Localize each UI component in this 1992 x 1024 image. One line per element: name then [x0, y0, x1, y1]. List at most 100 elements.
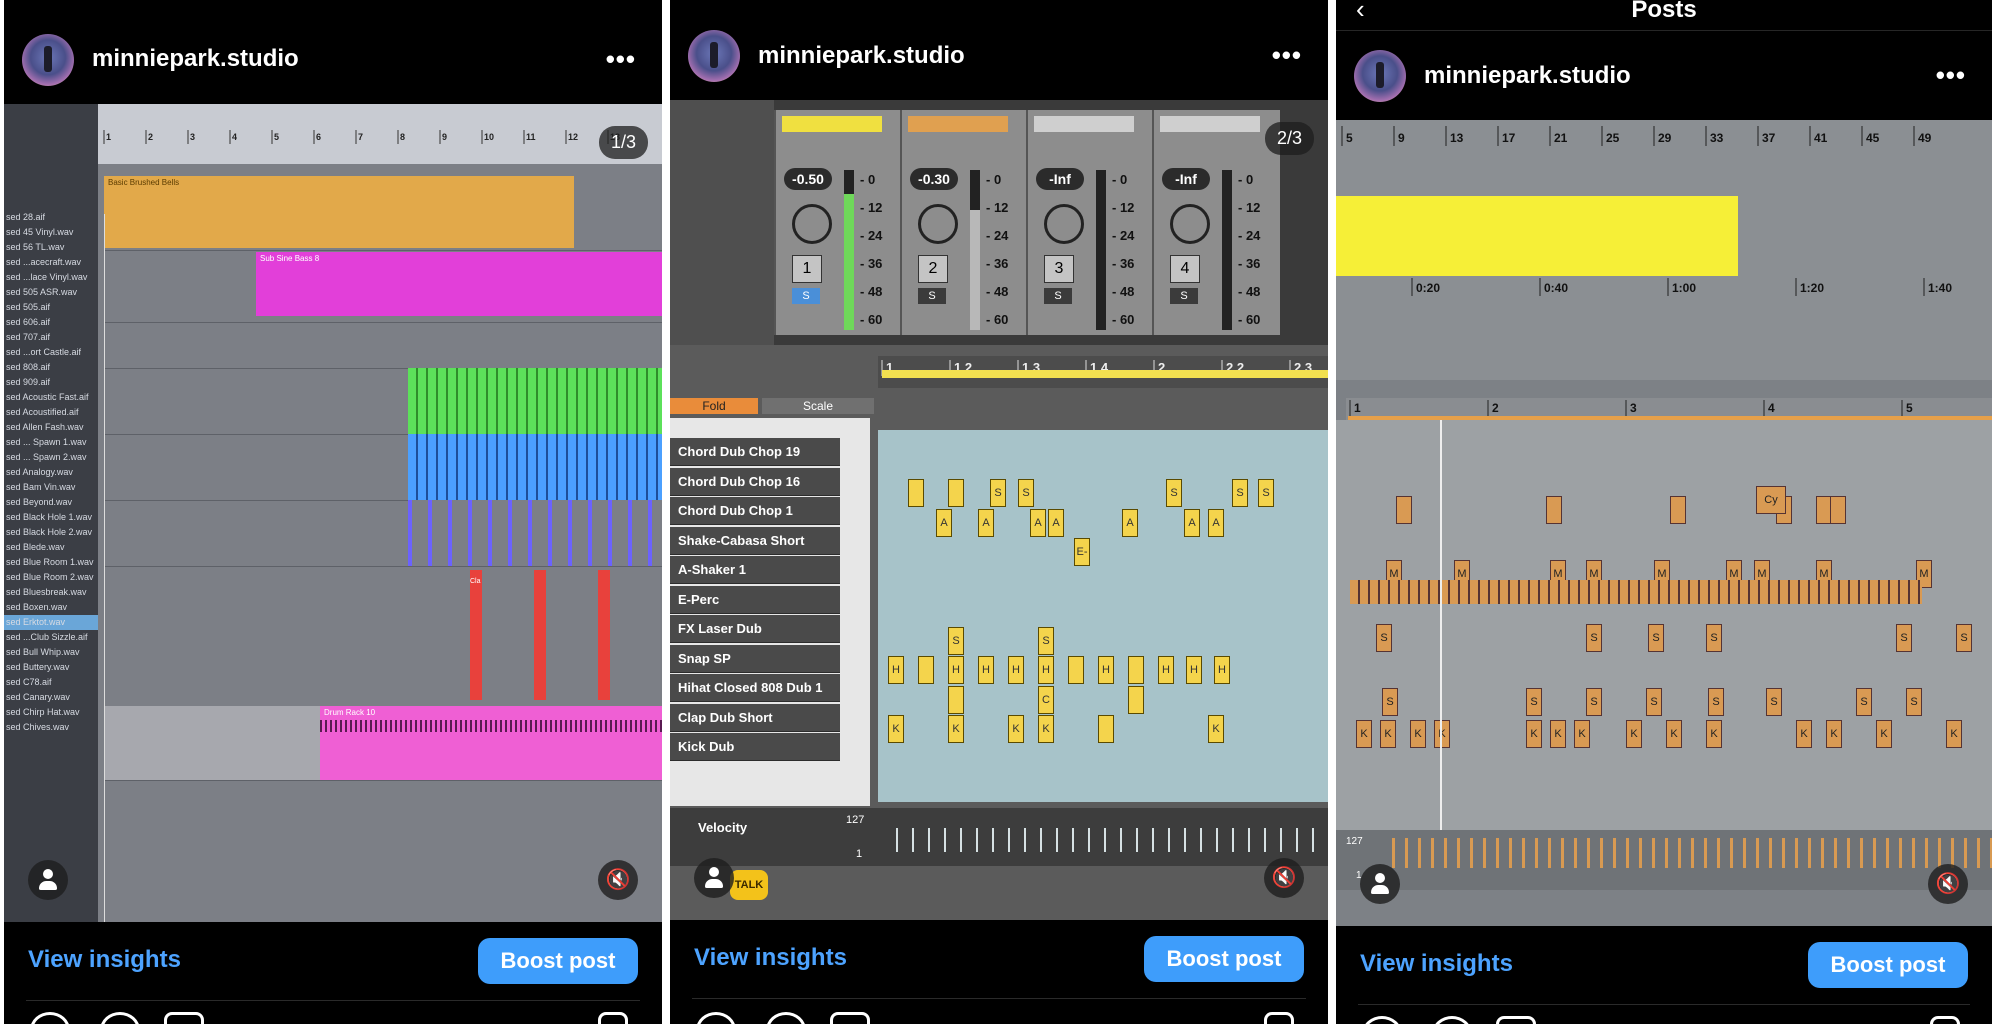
midi-note[interactable] [918, 656, 934, 684]
volume-readout[interactable]: -Inf [1162, 168, 1210, 190]
pan-knob[interactable] [1044, 204, 1084, 244]
boost-post-button[interactable]: Boost post [1144, 936, 1304, 982]
midi-note[interactable]: S [990, 479, 1006, 507]
view-insights-link[interactable]: View insights [694, 944, 847, 972]
avatar[interactable] [1354, 50, 1406, 102]
fold-button[interactable]: Fold [670, 398, 758, 414]
midi-note[interactable] [1128, 656, 1144, 684]
volume-readout[interactable]: -0.30 [910, 168, 958, 190]
midi-note-cymbal[interactable]: Cy [1756, 486, 1786, 514]
midi-note[interactable]: S [1766, 688, 1782, 716]
midi-note[interactable]: H [1098, 656, 1114, 684]
drum-lane-label[interactable]: Chord Dub Chop 1 [670, 497, 840, 525]
browser-file-item[interactable]: sed Bluesbreak.wav [4, 585, 98, 600]
like-icon[interactable] [1362, 1016, 1402, 1024]
more-options-icon[interactable]: ••• [1272, 40, 1302, 71]
drum-lane-label[interactable]: FX Laser Dub [670, 615, 840, 643]
midi-note[interactable] [1068, 656, 1084, 684]
midi-note[interactable]: A [978, 508, 994, 537]
browser-file-item[interactable]: sed Black Hole 1.wav [4, 510, 98, 525]
more-options-icon[interactable]: ••• [606, 44, 636, 75]
midi-note[interactable]: A [1184, 508, 1200, 537]
solo-button[interactable]: S [1044, 288, 1072, 304]
midi-note[interactable]: S [1646, 688, 1662, 716]
drum-lane-label[interactable]: E-Perc MoonGolfRingShift [670, 585, 840, 635]
browser-file-item[interactable]: sed 606.aif [4, 315, 98, 330]
midi-note[interactable] [1098, 715, 1114, 743]
midi-note[interactable]: S [1018, 479, 1034, 507]
drum-lane-label[interactable]: Kick Dub [670, 733, 840, 761]
clip-slot[interactable] [782, 116, 882, 132]
post-media[interactable]: -0.50 1 S - 0 - 12 - 24 - 36 - 48 - 60 -0.30 2 S - 0… [670, 100, 1328, 920]
midi-note[interactable]: S [1906, 688, 1922, 716]
like-icon[interactable] [30, 1012, 70, 1024]
avatar[interactable] [22, 34, 74, 86]
midi-note[interactable]: H [888, 656, 904, 684]
midi-note[interactable]: S [1896, 624, 1912, 652]
midi-note[interactable]: H [1214, 656, 1230, 684]
browser-file-item[interactable]: sed Bull Whip.wav [4, 645, 98, 660]
tag-user-icon[interactable] [28, 860, 68, 900]
midi-note[interactable]: K [1008, 715, 1024, 743]
midi-note[interactable]: A [1122, 508, 1138, 537]
solo-button[interactable]: S [918, 288, 946, 304]
browser-file-item[interactable]: sed Boxen.wav [4, 600, 98, 615]
browser-file-item[interactable]: sed Analogy.wav [4, 465, 98, 480]
volume-readout[interactable]: -Inf [1036, 168, 1084, 190]
midi-note[interactable]: S [1648, 624, 1664, 652]
browser-file-item[interactable]: sed Acoustified.aif [4, 405, 98, 420]
browser-file-item[interactable]: sed Blue Room 1.wav [4, 555, 98, 570]
solo-button[interactable]: S [1170, 288, 1198, 304]
clip-slot[interactable] [908, 116, 1008, 132]
midi-note[interactable]: S [1708, 688, 1724, 716]
mute-icon[interactable]: 🔇 [1264, 858, 1304, 898]
username[interactable]: minniepark.studio [92, 45, 299, 73]
view-insights-link[interactable]: View insights [28, 946, 181, 974]
midi-note[interactable]: K [1038, 715, 1054, 743]
track-activator[interactable]: 3 [1044, 255, 1074, 283]
drum-lane-label[interactable]: A-Shaker 1 [670, 556, 840, 584]
midi-note[interactable]: K [1876, 720, 1892, 748]
midi-note[interactable]: K [1434, 720, 1450, 748]
comment-icon[interactable] [1432, 1016, 1472, 1024]
comment-icon[interactable] [766, 1012, 806, 1024]
browser-file-item[interactable]: sed Erktot.wav [4, 615, 98, 630]
browser-file-item[interactable]: sed ...ort Castle.aif [4, 345, 98, 360]
midi-note[interactable]: S [1706, 624, 1722, 652]
midi-note[interactable]: K [888, 715, 904, 743]
midi-note[interactable]: S [1038, 626, 1054, 655]
midi-note[interactable]: S [1526, 688, 1542, 716]
avatar[interactable] [688, 30, 740, 82]
drum-lane-label[interactable]: Clap Dub Short [670, 703, 840, 732]
drum-lane-label[interactable]: Snap SP [670, 644, 840, 673]
track-activator[interactable]: 4 [1170, 255, 1200, 283]
midi-note[interactable]: K [1550, 720, 1566, 748]
midi-note[interactable]: K [1410, 720, 1426, 748]
midi-note[interactable]: K [1356, 720, 1372, 748]
browser-file-item[interactable]: sed Acoustic Fast.aif [4, 390, 98, 405]
browser-file-item[interactable]: sed C78.aif [4, 675, 98, 690]
midi-note[interactable]: K [1706, 720, 1722, 748]
midi-note[interactable]: S [1382, 688, 1398, 716]
midi-note[interactable] [948, 685, 964, 714]
username[interactable]: minniepark.studio [758, 42, 965, 70]
browser-file-item[interactable]: sed Blede.wav [4, 540, 98, 555]
drum-lane-label[interactable]: Chord Dub Chop 16 [670, 467, 840, 496]
midi-note[interactable]: S [1586, 688, 1602, 716]
midi-note[interactable]: K [1626, 720, 1642, 748]
scale-button[interactable]: Scale [762, 398, 874, 414]
post-media[interactable]: 5 9 13 17 21 25 29 33 37 41 45 49 0:20 0:40 1:00 1:20 1:… [1336, 120, 1992, 926]
browser-file-item[interactable]: sed Black Hole 2.wav [4, 525, 98, 540]
browser-file-item[interactable]: sed ...Club Sizzle.aif [4, 630, 98, 645]
midi-note[interactable]: H [948, 656, 964, 684]
share-icon[interactable] [164, 1012, 204, 1024]
more-options-icon[interactable]: ••• [1936, 60, 1966, 91]
midi-note[interactable]: S [948, 626, 964, 655]
midi-note[interactable]: S [1258, 479, 1274, 507]
browser-file-item[interactable]: sed 505 ASR.wav [4, 285, 98, 300]
pan-knob[interactable] [1170, 204, 1210, 244]
tag-user-icon[interactable] [1360, 864, 1400, 904]
browser-file-item[interactable]: sed ...lace Vinyl.wav [4, 270, 98, 285]
tag-user-icon[interactable] [694, 858, 734, 898]
midi-note[interactable] [1128, 685, 1144, 714]
